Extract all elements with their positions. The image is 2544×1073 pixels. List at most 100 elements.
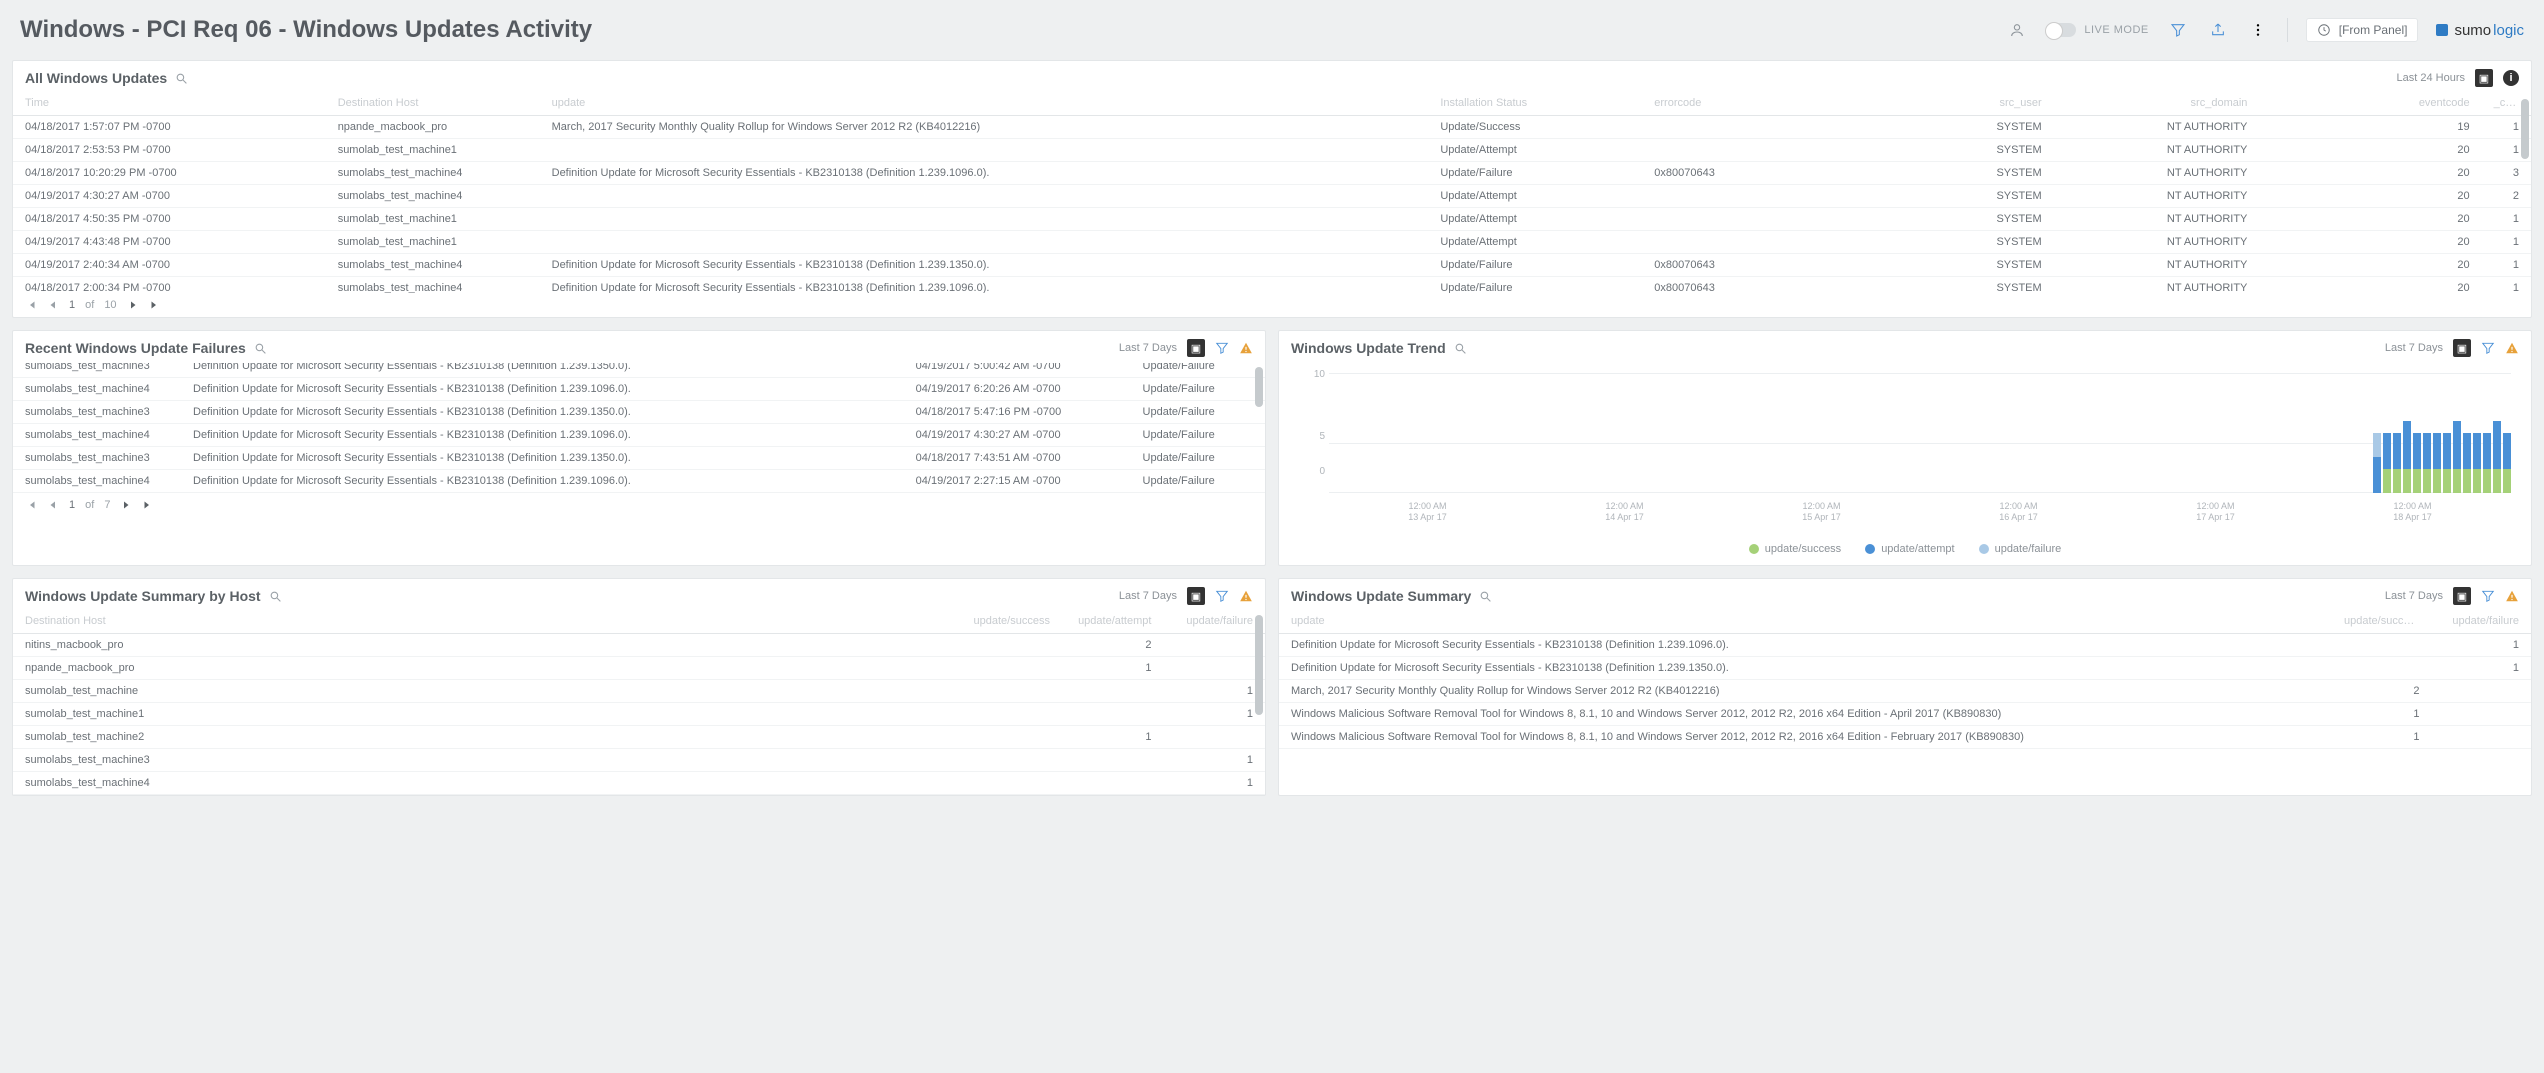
scrollbar[interactable] xyxy=(2521,93,2529,293)
filter-icon[interactable] xyxy=(2481,341,2495,355)
col-success[interactable]: update/success xyxy=(2332,611,2431,634)
user-icon[interactable] xyxy=(2006,19,2028,41)
col-status[interactable]: Installation Status xyxy=(1428,93,1642,116)
xtick: 12:00 AM13 Apr 17 xyxy=(1408,501,1447,523)
search-icon[interactable] xyxy=(269,590,282,603)
xtick: 12:00 AM18 Apr 17 xyxy=(2393,501,2432,523)
table-row[interactable]: npande_macbook_pro1 xyxy=(13,657,1265,680)
expand-icon[interactable]: ▣ xyxy=(1187,587,1205,605)
scrollbar[interactable] xyxy=(1255,611,1263,795)
share-icon[interactable] xyxy=(2207,19,2229,41)
page-next-icon[interactable] xyxy=(120,499,132,511)
table-row[interactable]: 04/19/2017 4:30:27 AM -0700sumolabs_test… xyxy=(13,185,2531,208)
expand-icon[interactable]: ▣ xyxy=(2475,69,2493,87)
live-mode-label: LIVE MODE xyxy=(2084,24,2148,36)
col-eventcode[interactable]: eventcode xyxy=(2259,93,2481,116)
col-time[interactable]: Time xyxy=(13,93,326,116)
col-src-user[interactable]: src_user xyxy=(1840,93,2054,116)
xtick: 12:00 AM14 Apr 17 xyxy=(1605,501,1644,523)
panel-range: Last 7 Days xyxy=(1119,342,1177,354)
col-host[interactable]: Destination Host xyxy=(326,93,540,116)
table-row[interactable]: March, 2017 Security Monthly Quality Rol… xyxy=(1279,680,2531,703)
page-next-icon[interactable] xyxy=(127,299,139,311)
table-row[interactable]: 04/18/2017 1:57:07 PM -0700npande_macboo… xyxy=(13,116,2531,139)
time-range-selector[interactable]: [From Panel] xyxy=(2306,18,2419,42)
col-update[interactable]: update xyxy=(540,93,1429,116)
alert-icon[interactable] xyxy=(2505,589,2519,603)
page-total: 10 xyxy=(104,299,116,311)
panel-title: Windows Update Summary by Host xyxy=(25,588,282,604)
col-attempt[interactable]: update/attempt xyxy=(1062,611,1164,634)
table-row[interactable]: sumolabs_test_machine4Definition Update … xyxy=(13,424,1265,447)
ytick: 5 xyxy=(1319,431,1325,442)
page-prev-icon[interactable] xyxy=(47,299,59,311)
search-icon[interactable] xyxy=(254,342,267,355)
table-row[interactable]: Definition Update for Microsoft Security… xyxy=(1279,657,2531,680)
search-icon[interactable] xyxy=(175,72,188,85)
table-row[interactable]: 04/18/2017 2:53:53 PM -0700sumolab_test_… xyxy=(13,139,2531,162)
scrollbar[interactable] xyxy=(1255,363,1263,493)
page-current: 1 xyxy=(69,299,75,311)
info-icon[interactable]: i xyxy=(2503,70,2519,86)
table-row[interactable]: 04/19/2017 4:43:48 PM -0700sumolab_test_… xyxy=(13,231,2531,254)
expand-icon[interactable]: ▣ xyxy=(2453,339,2471,357)
live-mode-toggle[interactable]: LIVE MODE xyxy=(2046,23,2148,37)
table-row[interactable]: sumolabs_test_machine4Definition Update … xyxy=(13,470,1265,493)
summary-table: update update/success update/failure Def… xyxy=(1279,611,2531,749)
page-prev-icon[interactable] xyxy=(47,499,59,511)
more-icon[interactable] xyxy=(2247,19,2269,41)
trend-chart: 10 5 0 12:00 AM13 Apr 1712:00 AM14 Apr 1… xyxy=(1299,373,2511,513)
filter-icon[interactable] xyxy=(1215,341,1229,355)
col-host[interactable]: Destination Host xyxy=(13,611,960,634)
page-first-icon[interactable] xyxy=(25,499,37,511)
page-current: 1 xyxy=(69,499,75,511)
filter-icon[interactable] xyxy=(2481,589,2495,603)
table-row[interactable]: sumolabs_test_machine3Definition Update … xyxy=(13,401,1265,424)
all-updates-table: Time Destination Host update Installatio… xyxy=(13,93,2531,293)
col-success[interactable]: update/success xyxy=(960,611,1062,634)
failures-table: sumolabs_test_machine3Definition Update … xyxy=(13,363,1265,493)
col-errorcode[interactable]: errorcode xyxy=(1642,93,1839,116)
table-row[interactable]: sumolabs_test_machine4Definition Update … xyxy=(13,378,1265,401)
table-row[interactable]: sumolabs_test_machine3Definition Update … xyxy=(13,363,1265,378)
time-range-label: [From Panel] xyxy=(2339,23,2408,37)
filter-icon[interactable] xyxy=(1215,589,1229,603)
table-row[interactable]: nitins_macbook_pro2 xyxy=(13,634,1265,657)
table-row[interactable]: Definition Update for Microsoft Security… xyxy=(1279,634,2531,657)
alert-icon[interactable] xyxy=(1239,341,1253,355)
table-row[interactable]: 04/18/2017 4:50:35 PM -0700sumolab_test_… xyxy=(13,208,2531,231)
table-row[interactable]: 04/19/2017 2:40:34 AM -0700sumolabs_test… xyxy=(13,254,2531,277)
col-failure[interactable]: update/failure xyxy=(1163,611,1265,634)
table-row[interactable]: sumolab_test_machine11 xyxy=(13,703,1265,726)
panel-all-updates: All Windows Updates Last 24 Hours ▣ i Ti… xyxy=(12,60,2532,318)
top-bar: Windows - PCI Req 06 - Windows Updates A… xyxy=(0,0,2544,60)
alert-icon[interactable] xyxy=(2505,341,2519,355)
table-row[interactable]: Windows Malicious Software Removal Tool … xyxy=(1279,726,2531,749)
table-row[interactable]: 04/18/2017 2:00:34 PM -0700sumolabs_test… xyxy=(13,277,2531,294)
table-row[interactable]: Windows Malicious Software Removal Tool … xyxy=(1279,703,2531,726)
search-icon[interactable] xyxy=(1454,342,1467,355)
by-host-table: Destination Host update/success update/a… xyxy=(13,611,1265,795)
table-row[interactable]: sumolab_test_machine1 xyxy=(13,680,1265,703)
filter-icon[interactable] xyxy=(2167,19,2189,41)
panel-update-summary: Windows Update Summary Last 7 Days ▣ upd… xyxy=(1278,578,2532,796)
expand-icon[interactable]: ▣ xyxy=(1187,339,1205,357)
table-row[interactable]: sumolabs_test_machine31 xyxy=(13,749,1265,772)
col-failure[interactable]: update/failure xyxy=(2431,611,2531,634)
panel-title: Recent Windows Update Failures xyxy=(25,340,267,356)
col-src-domain[interactable]: src_domain xyxy=(2054,93,2260,116)
table-row[interactable]: 04/18/2017 10:20:29 PM -0700sumolabs_tes… xyxy=(13,162,2531,185)
table-row[interactable]: sumolabs_test_machine3Definition Update … xyxy=(13,447,1265,470)
col-update[interactable]: update xyxy=(1279,611,2332,634)
expand-icon[interactable]: ▣ xyxy=(2453,587,2471,605)
page-last-icon[interactable] xyxy=(142,499,154,511)
search-icon[interactable] xyxy=(1479,590,1492,603)
panel-update-trend: Windows Update Trend Last 7 Days ▣ 10 5 … xyxy=(1278,330,2532,566)
page-last-icon[interactable] xyxy=(149,299,161,311)
table-row[interactable]: sumolabs_test_machine41 xyxy=(13,772,1265,795)
alert-icon[interactable] xyxy=(1239,589,1253,603)
table-row[interactable]: sumolab_test_machine21 xyxy=(13,726,1265,749)
panel-title: All Windows Updates xyxy=(25,70,188,86)
ytick: 0 xyxy=(1319,466,1325,477)
page-first-icon[interactable] xyxy=(25,299,37,311)
